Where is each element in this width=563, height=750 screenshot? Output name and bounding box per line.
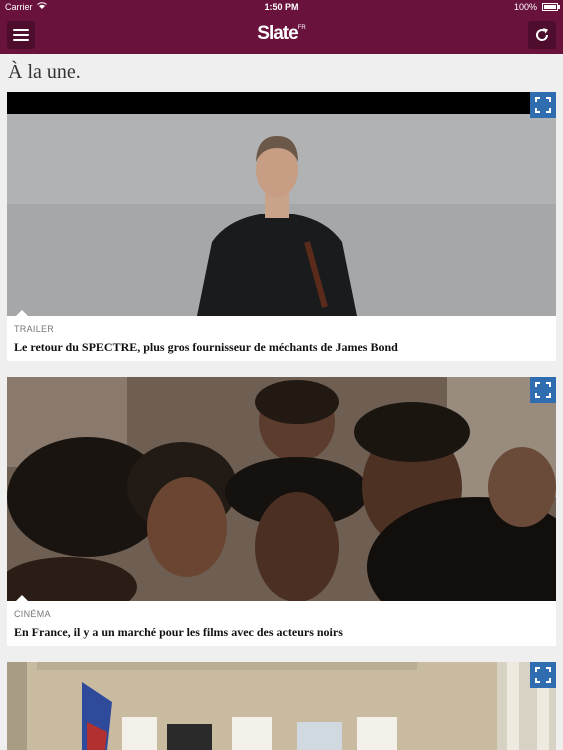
status-bar: Carrier 1:50 PM 100% (0, 0, 563, 15)
expand-icon (535, 97, 551, 113)
article-category: Cinéma (14, 609, 51, 619)
article-headline[interactable]: Le retour du SPECTRE, plus gros fourniss… (14, 340, 398, 355)
article-headline[interactable]: En France, il y a un marché pour les fil… (14, 625, 343, 640)
expand-icon (535, 667, 551, 683)
expand-button[interactable] (530, 92, 556, 118)
nav-bar: SlateFR (0, 15, 563, 54)
refresh-button[interactable] (528, 21, 556, 49)
crowd-of-young-people-photo[interactable] (7, 377, 556, 601)
building-facade-with-flag-photo[interactable] (7, 662, 556, 750)
battery-icon (542, 3, 558, 11)
expand-icon (535, 382, 551, 398)
refresh-icon (536, 28, 549, 41)
section-title: À la une. (8, 61, 81, 83)
article-category: Trailer (14, 324, 55, 334)
expand-button[interactable] (530, 377, 556, 403)
article-card[interactable]: Cinéma En France, il y a un marché pour … (7, 377, 556, 646)
article-card[interactable]: Trailer Le retour du SPECTRE, plus gros … (7, 92, 556, 361)
status-time: 1:50 PM (264, 2, 299, 12)
article-card[interactable] (7, 662, 556, 750)
expand-button[interactable] (530, 662, 556, 688)
battery-percentage: 100% (513, 2, 537, 12)
man-in-black-turtleneck-photo[interactable] (7, 92, 556, 316)
logo-text: Slate (257, 23, 298, 44)
logo-suffix: FR (297, 25, 306, 31)
slate-logo: SlateFR (0, 23, 563, 45)
